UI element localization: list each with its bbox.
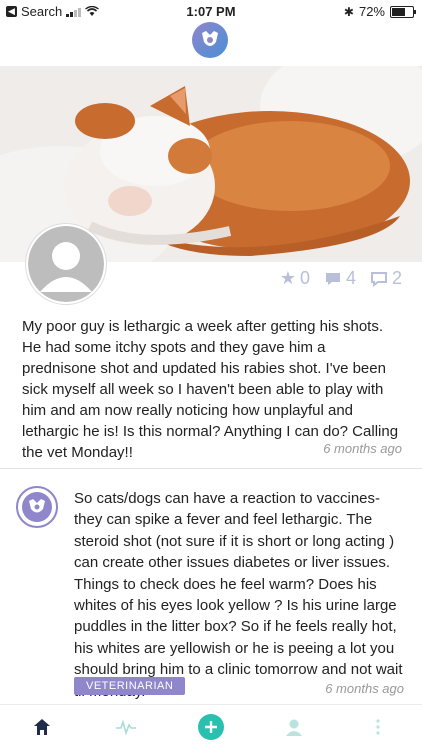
- reply-timestamp: 6 months ago: [325, 681, 404, 696]
- reply-bubble-icon: [370, 271, 387, 287]
- tab-profile[interactable]: [280, 713, 308, 741]
- post-timestamp: 6 months ago: [323, 441, 402, 456]
- star-stat[interactable]: ★ 0: [280, 268, 310, 289]
- health-pulse-icon: [116, 719, 136, 736]
- bottom-tab-bar: [0, 704, 422, 751]
- star-count: 0: [299, 268, 310, 288]
- tab-add[interactable]: [197, 713, 225, 741]
- post-stats: ★ 0 4 2: [280, 268, 402, 289]
- default-user-icon: [28, 226, 104, 302]
- comment-count: 4: [345, 268, 356, 288]
- tab-health[interactable]: [112, 713, 140, 741]
- battery-icon: [390, 5, 416, 18]
- star-icon: ★: [279, 268, 296, 288]
- status-right: ✱ 72%: [343, 4, 416, 19]
- battery-percent: 72%: [358, 4, 385, 19]
- reply-count: 2: [391, 268, 402, 288]
- tab-more[interactable]: [364, 713, 392, 741]
- home-icon: [34, 719, 50, 735]
- more-icon: [376, 719, 380, 735]
- bluetooth-icon: ✱: [343, 4, 354, 19]
- app-logo: [192, 22, 228, 58]
- profile-icon: [286, 719, 302, 736]
- status-bar: ◀ Search 1:07 PM ✱ 72%: [0, 0, 422, 22]
- comment-stat[interactable]: 4: [324, 268, 356, 289]
- comment-bubble-icon: [325, 272, 340, 285]
- veterinarian-avatar[interactable]: [16, 486, 58, 528]
- poster-avatar[interactable]: [26, 224, 106, 304]
- tab-home[interactable]: [28, 713, 56, 741]
- add-icon: [198, 714, 224, 740]
- divider: [0, 468, 422, 469]
- veterinarian-badge: VETERINARIAN: [74, 677, 186, 695]
- reply-stat[interactable]: 2: [370, 268, 402, 289]
- reply-body: So cats/dogs can have a reaction to vacc…: [74, 490, 403, 700]
